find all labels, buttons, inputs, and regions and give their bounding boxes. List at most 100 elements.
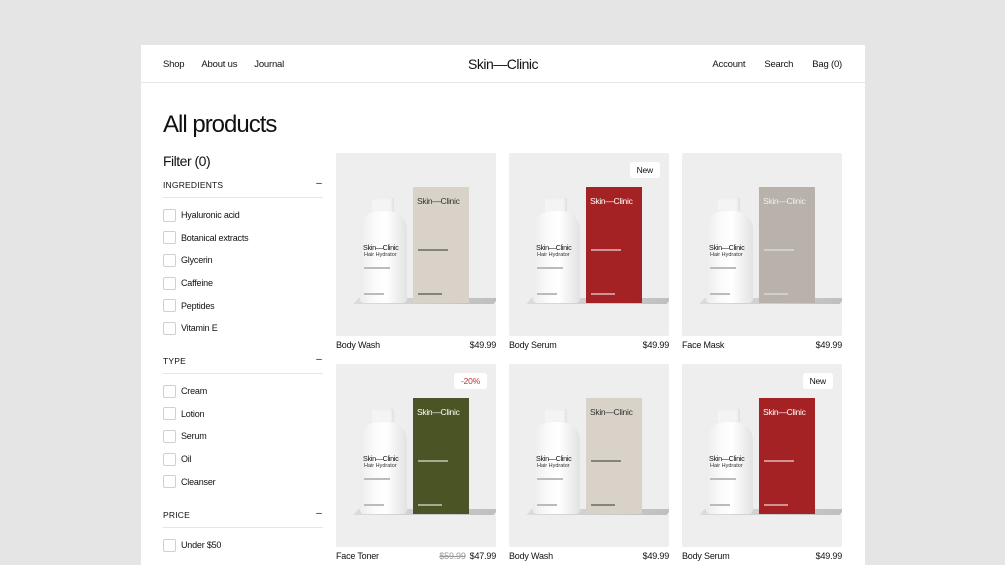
product-price-group: $49.99 [642, 551, 670, 561]
product-price: $49.99 [815, 551, 843, 561]
box-fine-print [418, 293, 442, 295]
filter-checkbox[interactable] [163, 538, 176, 552]
product-name[interactable]: Body Wash [336, 340, 380, 350]
box-fine-print [418, 249, 448, 251]
product-image[interactable]: Skin—Clinic Skin—Clinic Hair Hydrator [682, 153, 842, 336]
collapse-icon[interactable]: – [316, 355, 323, 365]
product-box: Skin—Clinic [586, 398, 642, 514]
bottle-fine-print [364, 267, 390, 269]
filter-section-header[interactable]: TYPE – [163, 355, 323, 374]
filter-option[interactable]: Lotion [163, 403, 323, 426]
product-info: Body Serum $49.99 [509, 340, 669, 350]
filter-section-type: TYPE – Cream Lotion Serum Oil Cleanser [163, 355, 323, 493]
filter-checkbox[interactable] [163, 253, 176, 267]
product-name[interactable]: Face Mask [682, 340, 724, 350]
product-name[interactable]: Body Serum [682, 551, 730, 561]
product-bottle: Skin—Clinic Hair Hydrator [533, 211, 580, 303]
bottle-fine-print [537, 293, 557, 295]
bottle-product-text: Hair Hydrator [710, 463, 743, 469]
bottle-cap [545, 198, 567, 212]
product-badge: New [629, 162, 660, 178]
page-title: All products [163, 111, 277, 138]
filter-checkbox[interactable] [163, 321, 176, 335]
product-image[interactable]: Skin—Clinic Skin—Clinic Hair Hydrator [509, 364, 669, 547]
filter-checkbox[interactable] [163, 452, 176, 466]
box-logo-text: Skin—Clinic [763, 407, 806, 417]
storefront-page: Shop About us Journal Skin—Clinic Accoun… [141, 45, 865, 565]
product-price: $49.99 [642, 551, 670, 561]
product-badge: New [802, 373, 833, 389]
filter-option[interactable]: Botanical extracts [163, 227, 323, 250]
filter-checkbox[interactable] [163, 276, 176, 290]
product-badge: -20% [453, 373, 487, 389]
filter-option-label: Botanical extracts [181, 232, 249, 243]
product-image[interactable]: Skin—Clinic Skin—Clinic Hair Hydrator -2… [336, 364, 496, 547]
product-name[interactable]: Face Toner [336, 551, 379, 561]
filter-option-label: Serum [181, 431, 207, 442]
product-info: Face Toner $59.99 $47.99 [336, 551, 496, 561]
filter-option[interactable]: Caffeine [163, 272, 323, 295]
filter-checkbox[interactable] [163, 299, 176, 313]
filter-option[interactable]: Cleanser [163, 470, 323, 493]
bottle-cap [545, 409, 567, 423]
nav-search-link[interactable]: Search [764, 59, 793, 70]
filter-option-label: Under $50 [181, 540, 222, 551]
product-card[interactable]: Skin—Clinic Skin—Clinic Hair Hydrator -2… [336, 364, 496, 564]
product-card[interactable]: Skin—Clinic Skin—Clinic Hair Hydrator Bo… [336, 153, 496, 353]
nav-account-link[interactable]: Account [712, 59, 745, 70]
filter-option[interactable]: Serum [163, 425, 323, 448]
filter-checkbox[interactable] [163, 384, 176, 398]
product-card[interactable]: Skin—Clinic Skin—Clinic Hair Hydrator Ne… [682, 364, 842, 564]
bottle-cap [718, 409, 740, 423]
filter-option[interactable]: Glycerin [163, 249, 323, 272]
filter-option[interactable]: Peptides [163, 294, 323, 317]
filter-checkbox[interactable] [163, 231, 176, 245]
nav-bag-link[interactable]: Bag (0) [812, 59, 842, 70]
product-card[interactable]: Skin—Clinic Skin—Clinic Hair Hydrator Ne… [509, 153, 669, 353]
filter-checkbox[interactable] [163, 475, 176, 489]
product-card[interactable]: Skin—Clinic Skin—Clinic Hair Hydrator Fa… [682, 153, 842, 353]
filter-option[interactable]: Under $50 [163, 534, 323, 557]
bottle-product-text: Hair Hydrator [710, 252, 743, 258]
product-image[interactable]: Skin—Clinic Skin—Clinic Hair Hydrator [336, 153, 496, 336]
bottle-product-text: Hair Hydrator [537, 252, 570, 258]
product-name[interactable]: Body Serum [509, 340, 557, 350]
filter-section-price: PRICE – Under $50 [163, 509, 323, 557]
bottle-cap [372, 198, 394, 212]
filter-section-header[interactable]: INGREDIENTS – [163, 179, 323, 198]
product-price-group: $49.99 [816, 340, 843, 350]
bottle-fine-print [710, 293, 730, 295]
bottle-fine-print [710, 504, 730, 506]
filter-checkbox[interactable] [163, 208, 176, 222]
bottle-cap [718, 198, 740, 212]
product-image[interactable]: Skin—Clinic Skin—Clinic Hair Hydrator Ne… [509, 153, 669, 336]
filter-option[interactable]: Vitamin E [163, 317, 323, 340]
product-card[interactable]: Skin—Clinic Skin—Clinic Hair Hydrator Bo… [509, 364, 669, 564]
filter-option[interactable]: Oil [163, 448, 323, 471]
filter-option[interactable]: Cream [163, 380, 323, 403]
filter-option[interactable]: Hyaluronic acid [163, 204, 323, 227]
product-image[interactable]: Skin—Clinic Skin—Clinic Hair Hydrator Ne… [682, 364, 842, 547]
box-logo-text: Skin—Clinic [590, 196, 633, 206]
box-fine-print [591, 249, 621, 251]
filter-section-header[interactable]: PRICE – [163, 509, 323, 528]
box-fine-print [764, 460, 794, 462]
filter-checkbox[interactable] [163, 407, 176, 421]
box-fine-print [764, 504, 788, 506]
collapse-icon[interactable]: – [316, 509, 323, 519]
bottle-brand-text: Skin—Clinic [363, 243, 399, 252]
bottle-fine-print [364, 504, 384, 506]
product-price: $49.99 [469, 340, 497, 350]
box-fine-print [764, 249, 794, 251]
product-bottle: Skin—Clinic Hair Hydrator [360, 422, 407, 514]
box-fine-print [591, 293, 615, 295]
product-price-group: $59.99 $47.99 [439, 551, 496, 561]
filter-checkbox[interactable] [163, 429, 176, 443]
box-logo-text: Skin—Clinic [417, 407, 460, 417]
product-info: Face Mask $49.99 [682, 340, 842, 350]
product-original-price: $59.99 [439, 551, 466, 561]
collapse-icon[interactable]: – [316, 179, 323, 189]
product-name[interactable]: Body Wash [509, 551, 553, 561]
bottle-brand-text: Skin—Clinic [536, 454, 572, 463]
bottle-cap [372, 409, 394, 423]
